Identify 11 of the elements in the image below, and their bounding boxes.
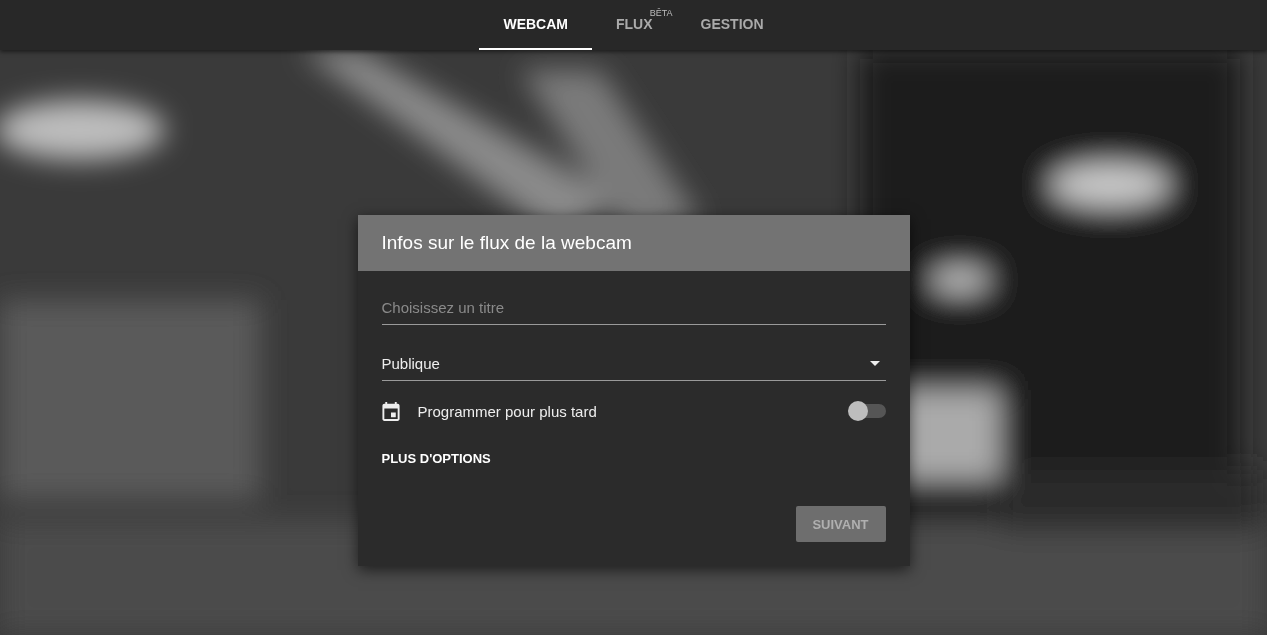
calendar-icon: [381, 401, 400, 421]
tab[interactable]: FLUX BÊTA: [592, 0, 677, 50]
visibility-select[interactable]: Publique: [381, 351, 886, 381]
schedule-label: Programmer pour plus tard: [417, 402, 598, 420]
tab[interactable]: GESTION: [676, 0, 788, 50]
beta-label: BÊTA: [649, 8, 673, 18]
title-field[interactable]: Choisissez un titre: [381, 295, 886, 325]
caret-icon: [869, 361, 880, 366]
dialog-title: Infos sur le flux de la webcam: [357, 215, 910, 271]
schedule-toggle[interactable]: [847, 401, 886, 421]
more-options-link[interactable]: PLUS D'OPTIONS: [381, 451, 491, 466]
